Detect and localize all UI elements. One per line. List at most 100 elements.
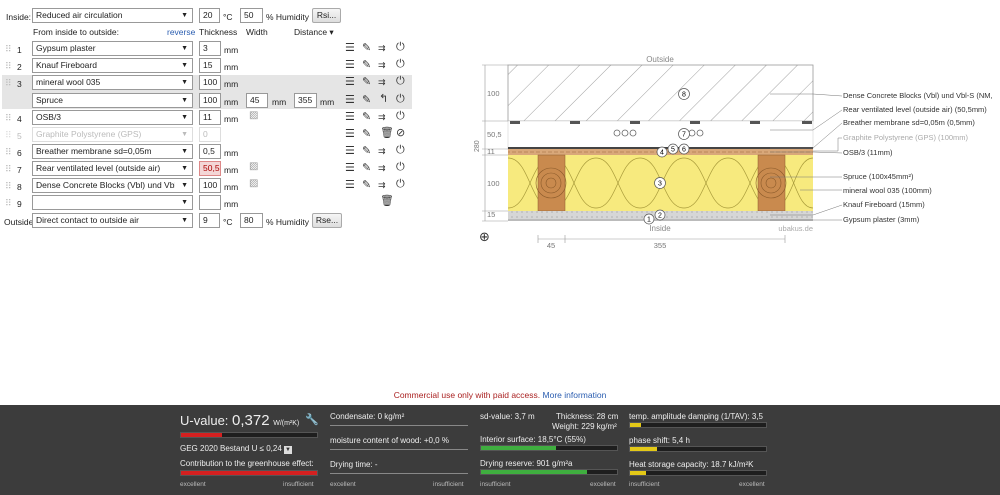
power-toggle-icon[interactable]: ⏻	[396, 145, 405, 156]
inside-humidity-input[interactable]: 50	[240, 8, 263, 23]
layer-6-thickness-input[interactable]: 0,5	[199, 144, 221, 159]
menu-icon[interactable]: ☰	[345, 77, 355, 88]
drag-handle-icon[interactable]: ⠿	[5, 198, 12, 209]
layer-3-sub-material-select[interactable]: Spruce ▼	[32, 93, 193, 108]
drag-handle-icon[interactable]: ⠿	[5, 164, 12, 175]
inside-climate-select[interactable]: Reduced air circulation ▼	[32, 8, 193, 23]
legend-item: OSB/3 (11mm)	[843, 148, 893, 157]
layer-9-thickness-input[interactable]	[199, 195, 221, 210]
drag-handle-icon[interactable]: ⠿	[5, 61, 12, 72]
zoom-in-icon[interactable]: ⊕	[479, 230, 490, 243]
edit-pencil-icon[interactable]: ✎	[362, 112, 371, 123]
total-dim-label: 280	[474, 140, 481, 152]
reverse-link[interactable]: reverse	[167, 27, 195, 37]
phase-shift-label: phase shift: 5,4 h	[629, 436, 690, 445]
scale-insufficient: insufficient	[629, 481, 660, 488]
edit-pencil-icon[interactable]: ✎	[362, 77, 371, 88]
power-toggle-icon[interactable]: ⏻	[396, 111, 405, 122]
layer-8-thickness-input[interactable]: 100	[199, 178, 221, 193]
menu-icon[interactable]: ☰	[345, 163, 355, 174]
wrench-icon[interactable]: 🔧	[305, 415, 319, 426]
layer-6-material-select[interactable]: Breather membrane sd=0,05m ▼	[32, 144, 193, 159]
rse-button[interactable]: Rse...	[312, 213, 342, 228]
trash-icon[interactable]: 🗑	[380, 128, 394, 139]
drying-reserve-label: Drying reserve: 901 g/m²a	[480, 459, 573, 468]
drag-handle-icon[interactable]: ⠿	[5, 113, 12, 124]
menu-icon[interactable]: ☰	[345, 180, 355, 191]
texture-pattern-icon[interactable]: ▨	[249, 161, 258, 172]
layer-3-thickness-input[interactable]: 100	[199, 75, 221, 90]
outside-climate-select[interactable]: Direct contact to outside air ▼	[32, 213, 193, 228]
edit-pencil-icon[interactable]: ✎	[362, 180, 371, 191]
edit-pencil-icon[interactable]: ✎	[362, 146, 371, 157]
edit-pencil-icon[interactable]: ✎	[362, 163, 371, 174]
layer-3-material-select[interactable]: mineral wool 035 ▼	[32, 75, 193, 90]
layer-3-width-input[interactable]: 45	[246, 93, 268, 108]
texture-pattern-icon[interactable]: ▨	[249, 110, 258, 121]
insert-layer-icon[interactable]: ⇉	[378, 180, 386, 191]
drag-handle-icon[interactable]: ⠿	[5, 78, 12, 89]
power-toggle-icon[interactable]: ⏻	[396, 59, 405, 70]
insert-layer-icon[interactable]: ⇉	[378, 112, 386, 123]
layer-8-material-select[interactable]: Dense Concrete Blocks (Vbl) und Vbl- ▼	[32, 178, 193, 193]
legend-item: mineral wool 035 (100mm)	[843, 186, 932, 195]
drag-handle-icon[interactable]: ⠿	[5, 147, 12, 158]
geg-requirement[interactable]: GEG 2020 Bestand U ≤ 0,24 ▼	[180, 444, 293, 454]
outside-humidity-input[interactable]: 80	[240, 213, 263, 228]
layer-number: 6	[17, 148, 22, 158]
undo-arrow-icon[interactable]: ↰	[379, 94, 388, 105]
insert-layer-icon[interactable]: ⇉	[378, 60, 386, 71]
edit-pencil-icon[interactable]: ✎	[362, 60, 371, 71]
menu-icon[interactable]: ☰	[345, 129, 355, 140]
layer-2-thickness-input[interactable]: 15	[199, 58, 221, 73]
insert-layer-icon[interactable]: ⇉	[378, 146, 386, 157]
layer-1-thickness-input[interactable]: 3	[199, 41, 221, 56]
layer-9-material-select[interactable]: ▼	[32, 195, 193, 210]
layer-1-material-select[interactable]: Gypsum plaster ▼	[32, 41, 193, 56]
legend-item: Dense Concrete Blocks (Vbl) und Vbl-S (N…	[843, 91, 993, 100]
scale-excellent: excellent	[180, 481, 206, 488]
texture-pattern-icon[interactable]: ▨	[249, 178, 258, 189]
inside-temperature-input[interactable]: 20	[199, 8, 220, 23]
marker-label: 4	[660, 150, 664, 157]
legend-item: Knauf Fireboard (15mm)	[843, 200, 925, 209]
menu-icon[interactable]: ☰	[345, 43, 355, 54]
menu-icon[interactable]: ☰	[345, 146, 355, 157]
edit-pencil-icon[interactable]: ✎	[362, 95, 371, 106]
layer-4-thickness-input[interactable]: 11	[199, 110, 221, 125]
layer-3-sub-thickness-input[interactable]: 100	[199, 93, 221, 108]
trash-icon[interactable]: 🗑	[380, 196, 394, 207]
layer-7-material-select[interactable]: Rear ventilated level (outside air) ▼	[32, 161, 193, 176]
power-toggle-icon[interactable]: ⏻	[396, 76, 405, 87]
drag-handle-icon[interactable]: ⠿	[5, 181, 12, 192]
layer-2-material-select[interactable]: Knauf Fireboard ▼	[32, 58, 193, 73]
edit-pencil-icon[interactable]: ✎	[362, 129, 371, 140]
menu-icon[interactable]: ☰	[345, 95, 355, 106]
insert-layer-icon[interactable]: ⇉	[378, 163, 386, 174]
insert-layer-icon[interactable]: ⇉	[378, 77, 386, 88]
disabled-icon[interactable]: ⊘	[396, 128, 405, 139]
layer-5-thickness-input[interactable]: 0	[199, 127, 221, 142]
heat-storage-label: Heat storage capacity: 18.7 kJ/m²K	[629, 460, 754, 469]
temp-amplitude-bar-fill	[630, 423, 641, 427]
edit-pencil-icon[interactable]: ✎	[362, 43, 371, 54]
weight-label: Weight: 229 kg/m²	[552, 422, 617, 431]
layer-3-distance-input[interactable]: 355	[294, 93, 317, 108]
power-toggle-icon[interactable]: ⏻	[396, 42, 405, 53]
menu-icon[interactable]: ☰	[345, 60, 355, 71]
more-information-link[interactable]: More information	[543, 390, 607, 400]
power-toggle-icon[interactable]: ⏻	[396, 179, 405, 190]
drag-handle-icon[interactable]: ⠿	[5, 130, 12, 141]
distance-header[interactable]: Distance ▾	[294, 27, 334, 38]
scale-insufficient: insufficient	[480, 481, 511, 488]
insert-layer-icon[interactable]: ⇉	[378, 43, 386, 54]
menu-icon[interactable]: ☰	[345, 112, 355, 123]
outside-temperature-input[interactable]: 9	[199, 213, 220, 228]
layer-4-material-select[interactable]: OSB/3 ▼	[32, 110, 193, 125]
layer-7-thickness-input[interactable]: 50,5	[199, 161, 221, 176]
drag-handle-icon[interactable]: ⠿	[5, 44, 12, 55]
rsi-button[interactable]: Rsi...	[312, 8, 341, 23]
power-toggle-icon[interactable]: ⏻	[396, 162, 405, 173]
power-toggle-icon[interactable]: ⏻	[396, 94, 405, 105]
layer-5-material-select[interactable]: Graphite Polystyrene (GPS) ▼	[32, 127, 193, 142]
